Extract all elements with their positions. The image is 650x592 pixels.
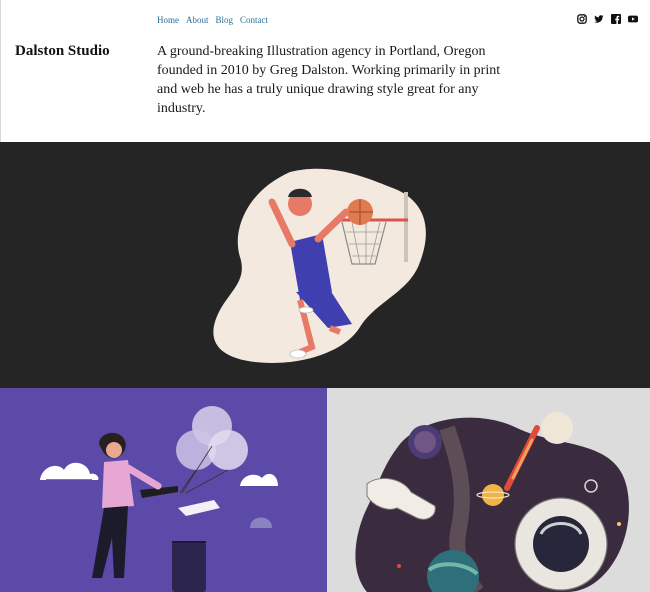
nav-blog-link[interactable]: Blog: [216, 15, 234, 25]
basketball-player-illustration: [213, 168, 426, 363]
nav-about-link[interactable]: About: [186, 15, 209, 25]
instagram-icon[interactable]: [577, 14, 587, 24]
space-illustration-tile[interactable]: [327, 388, 650, 592]
twitter-icon[interactable]: [594, 14, 604, 24]
nav-home-link[interactable]: Home: [157, 15, 179, 25]
intro-text: A ground-breaking Illustration agency in…: [157, 44, 501, 116]
hero-basketball-illustration[interactable]: [0, 142, 650, 388]
woman-cutting-balloons-illustration: [0, 388, 327, 592]
astronaut-space-illustration: [327, 388, 650, 592]
nav-contact-link[interactable]: Contact: [240, 15, 268, 25]
site-logo[interactable]: Dalston Studio: [15, 43, 110, 60]
social-links: [577, 14, 638, 24]
facebook-icon[interactable]: [611, 14, 621, 24]
youtube-icon[interactable]: [628, 14, 638, 24]
top-nav: Home About Blog Contact: [157, 15, 268, 25]
balloons-illustration-tile[interactable]: [0, 388, 327, 592]
